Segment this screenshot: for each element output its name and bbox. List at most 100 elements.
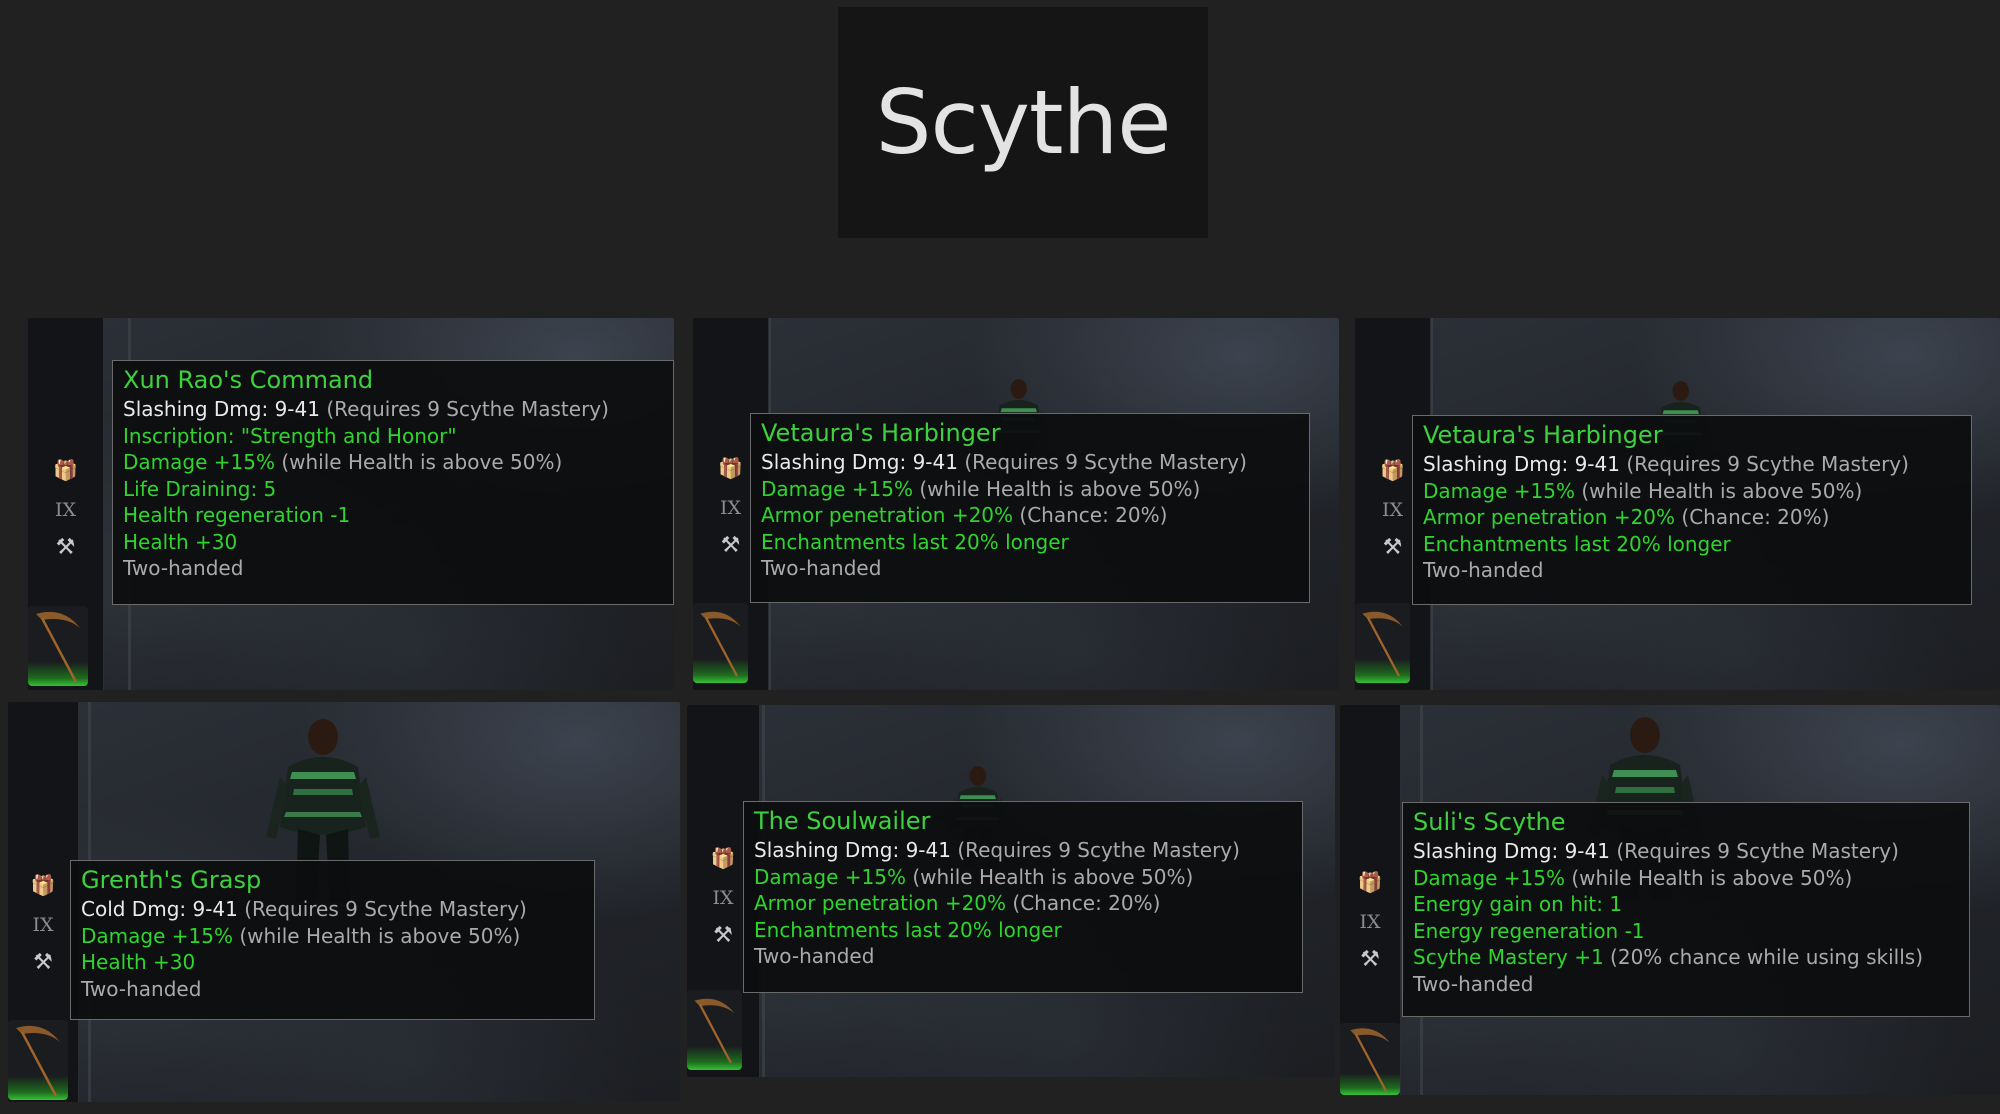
item-tooltip: Suli's Scythe Slashing Dmg: 9-41 (Require… [1402,802,1970,1017]
item-panel: 🎁 IX ⚒ The Soulwailer Slashing Dmg: 9-41 (R… [687,705,1335,1077]
weapon-slot[interactable] [693,603,748,683]
modifier-text: Life Draining: 5 [123,476,277,501]
item-modifier: Damage +15% (while Health is above 50%) [1423,478,1971,505]
gift-box-icon[interactable]: 🎁 [1340,867,1400,897]
item-tooltip: Vetaura's Harbinger Slashing Dmg: 9-41 (R… [750,413,1310,603]
requirement-note: (Requires 9 Scythe Mastery) [1626,452,1909,476]
weapon-slot[interactable] [1340,1023,1400,1095]
modifier-text: Armor penetration +20% [754,891,1007,915]
item-modifier: Enchantments last 20% longer [761,529,1309,556]
item-tooltip: Grenth's Grasp Cold Dmg: 9-41 (Requires 9… [70,860,595,1020]
item-name: Xun Rao's Command [123,366,374,394]
ix-label: IX [54,499,77,521]
page-title-box: Scythe [838,7,1208,238]
modifier-text: Damage +15% [754,864,906,889]
hammer-icon[interactable]: ⚒ [1340,945,1400,975]
weapon-slot[interactable] [28,606,88,686]
requirement-note: (Requires 9 Scythe Mastery) [1616,839,1899,863]
item-handedness: Two-handed [1423,558,1544,582]
damage-value: Slashing Dmg: 9-41 [123,397,320,421]
item-panel: 🎁 IX ⚒ Grenth's Grasp Cold Dmg: 9-41 (Requi… [8,702,680,1102]
modifier-condition: (Chance: 20%) [1012,891,1161,915]
requirement-note: (Requires 9 Scythe Mastery) [244,897,527,921]
page-title: Scythe [875,71,1172,174]
item-modifier: Damage +15% (while Health is above 50%) [1413,865,1969,892]
item-modifier: Damage +15% (while Health is above 50%) [754,864,1302,891]
damage-value: Slashing Dmg: 9-41 [1423,452,1620,476]
modifier-text: Health regeneration -1 [123,503,351,527]
item-modifier: Damage +15% (while Health is above 50%) [81,923,594,950]
item-tooltip: The Soulwailer Slashing Dmg: 9-41 (Requir… [743,801,1303,993]
item-modifier: Energy gain on hit: 1 [1413,891,1969,918]
item-base-damage: Slashing Dmg: 9-41 (Requires 9 Scythe Ma… [123,396,673,423]
modifier-text: Energy regeneration -1 [1413,918,1645,943]
item-handedness: Two-handed [81,976,202,1001]
item-modifier: Health +30 [81,949,594,976]
item-name: The Soulwailer [754,807,931,835]
modifier-text: Armor penetration +20% [1423,505,1676,529]
modifier-text: Damage +15% [761,476,913,501]
item-modifier: Damage +15% (while Health is above 50%) [761,476,1309,503]
modifier-condition: (while Health is above 50%) [912,864,1194,889]
modifier-condition: (while Health is above 50%) [1571,865,1853,890]
item-base-damage: Cold Dmg: 9-41 (Requires 9 Scythe Master… [81,896,594,923]
requirement-note: (Requires 9 Scythe Mastery) [957,838,1240,862]
item-handedness: Two-handed [761,556,882,580]
modifier-text: Health +30 [123,529,238,554]
item-modifier: Damage +15% (while Health is above 50%) [123,449,673,476]
item-handedness: Two-handed [123,556,244,580]
modifier-text: Enchantments last 20% longer [754,917,1062,942]
weapon-slot[interactable] [687,990,742,1070]
item-modifier: Scythe Mastery +1 (20% chance while usin… [1413,944,1969,971]
item-panel: 🎁 IX ⚒ Suli's Scythe Slashing Dmg: 9-41 (Re… [1340,705,2000,1095]
modifier-condition: (Chance: 20%) [1681,505,1830,529]
modifier-text: Damage +15% [123,450,275,474]
weapon-slot[interactable] [8,1020,68,1100]
item-name: Vetaura's Harbinger [761,419,1001,447]
modifier-text: Damage +15% [81,923,233,948]
item-modifier: Inscription: "Strength and Honor" [123,423,673,450]
ix-label: IX [32,914,54,936]
hammer-icon[interactable]: ⚒ [28,533,103,563]
item-name: Suli's Scythe [1413,808,1566,836]
item-handedness: Two-handed [754,944,875,968]
item-panel: 🎁 IX ⚒ Xun Rao's Command Slashing Dmg: 9-41… [28,318,674,690]
item-panel: 🎁 IX ⚒ Vetaura's Harbinger Slashing Dmg: 9-… [693,318,1339,690]
gift-box-icon[interactable]: 🎁 [28,455,103,485]
item-base-damage: Slashing Dmg: 9-41 (Requires 9 Scythe Ma… [1413,838,1969,865]
item-modifier: Health regeneration -1 [123,502,673,529]
modifier-text: Damage +15% [1413,865,1565,890]
item-name: Vetaura's Harbinger [1423,421,1663,449]
damage-value: Cold Dmg: 9-41 [81,897,238,921]
gift-box-icon[interactable]: 🎁 [8,870,78,900]
requirement-note: (Requires 9 Scythe Mastery) [964,450,1247,474]
modifier-condition: (while Health is above 50%) [919,476,1201,501]
item-modifier: Health +30 [123,529,673,556]
modifier-text: Armor penetration +20% [761,503,1014,527]
requirement-note: (Requires 9 Scythe Mastery) [326,397,609,421]
item-name: Grenth's Grasp [81,866,262,894]
item-modifier: Enchantments last 20% longer [754,917,1302,944]
modifier-text: Inscription: "Strength and Honor" [123,423,457,448]
modifier-condition: (while Health is above 50%) [281,450,563,474]
modifier-text: Enchantments last 20% longer [1423,531,1731,556]
modifier-condition: (while Health is above 50%) [1581,478,1863,503]
modifier-text: Enchantments last 20% longer [761,529,1069,554]
modifier-text: Damage +15% [1423,478,1575,503]
item-modifier: Armor penetration +20% (Chance: 20%) [1423,504,1971,531]
item-base-damage: Slashing Dmg: 9-41 (Requires 9 Scythe Ma… [754,837,1302,864]
damage-value: Slashing Dmg: 9-41 [754,838,951,862]
hammer-icon[interactable]: ⚒ [8,948,78,978]
modifier-text: Energy gain on hit: 1 [1413,892,1623,916]
modifier-condition: (20% chance while using skills) [1610,945,1924,969]
ix-label: IX [1359,911,1381,933]
item-modifier: Armor penetration +20% (Chance: 20%) [761,502,1309,529]
modifier-text: Scythe Mastery +1 [1413,945,1604,969]
modifier-condition: (while Health is above 50%) [239,923,521,948]
item-modifier: Energy regeneration -1 [1413,918,1969,945]
damage-value: Slashing Dmg: 9-41 [1413,839,1610,863]
weapon-slot[interactable] [1355,603,1410,683]
item-tooltip: Vetaura's Harbinger Slashing Dmg: 9-41 (R… [1412,415,1972,605]
item-panel: 🎁 IX ⚒ Vetaura's Harbinger Slashing Dmg: 9-… [1355,318,2000,690]
damage-value: Slashing Dmg: 9-41 [761,450,958,474]
